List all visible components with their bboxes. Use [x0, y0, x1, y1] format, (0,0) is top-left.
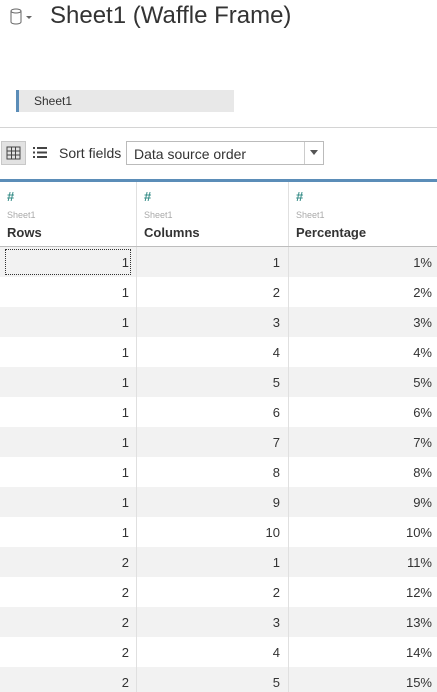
cell-columns[interactable]: 6 — [137, 397, 289, 427]
column-header-columns[interactable]: # Sheet1 Columns — [137, 182, 289, 246]
sheet-tab-label: Sheet1 — [34, 94, 73, 108]
cell-rows[interactable]: 1 — [0, 457, 137, 487]
sort-fields-value: Data source order — [134, 146, 247, 162]
table-row[interactable]: 2 1 11% — [0, 547, 437, 577]
cell-columns[interactable]: 5 — [137, 367, 289, 397]
cell-percentage[interactable]: 15% — [289, 667, 437, 692]
title-bar: Sheet1 (Waffle Frame) — [0, 0, 437, 36]
list-view-button[interactable] — [33, 146, 47, 159]
cell-columns[interactable]: 9 — [137, 487, 289, 517]
cell-columns[interactable]: 8 — [137, 457, 289, 487]
cell-rows[interactable]: 2 — [0, 577, 137, 607]
table-row[interactable]: 1 1 1% — [0, 247, 437, 277]
toolbar: Sort fields Data source order — [0, 140, 437, 166]
cell-percentage[interactable]: 4% — [289, 337, 437, 367]
number-type-icon[interactable]: # — [7, 189, 14, 204]
list-icon — [33, 147, 47, 158]
cell-rows[interactable]: 1 — [0, 487, 137, 517]
table-row[interactable]: 1 7 7% — [0, 427, 437, 457]
cell-columns[interactable]: 3 — [137, 607, 289, 637]
table-row[interactable]: 2 3 13% — [0, 607, 437, 637]
column-source: Sheet1 — [7, 210, 36, 220]
cell-columns[interactable]: 7 — [137, 427, 289, 457]
cell-rows[interactable]: 1 — [0, 397, 137, 427]
table-body: 1 1 1% 1 2 2% 1 3 3% 1 4 4% 1 5 5% 1 6 6% 1 7 7% 1 8 8% 1 9 9% 1 10 1… — [0, 247, 437, 692]
cell-columns[interactable]: 10 — [137, 517, 289, 547]
sheet-tab[interactable]: Sheet1 — [16, 90, 234, 112]
cell-percentage[interactable]: 3% — [289, 307, 437, 337]
number-type-icon[interactable]: # — [296, 189, 303, 204]
divider — [0, 127, 437, 128]
cell-rows[interactable]: 1 — [0, 517, 137, 547]
cell-percentage[interactable]: 13% — [289, 607, 437, 637]
column-source: Sheet1 — [296, 210, 325, 220]
cell-rows[interactable]: 1 — [0, 367, 137, 397]
cell-columns[interactable]: 1 — [137, 547, 289, 577]
cell-percentage[interactable]: 9% — [289, 487, 437, 517]
data-grid: # Sheet1 Rows # Sheet1 Columns # Sheet1 … — [0, 179, 437, 692]
cell-percentage[interactable]: 11% — [289, 547, 437, 577]
sort-fields-label: Sort fields — [59, 145, 122, 161]
cell-columns[interactable]: 4 — [137, 637, 289, 667]
table-row[interactable]: 1 4 4% — [0, 337, 437, 367]
sort-fields-dropdown[interactable]: Data source order — [126, 141, 324, 165]
chevron-down-icon — [310, 150, 318, 155]
table-row[interactable]: 1 9 9% — [0, 487, 437, 517]
column-name: Rows — [7, 225, 42, 240]
number-type-icon[interactable]: # — [144, 189, 151, 204]
column-header-rows[interactable]: # Sheet1 Rows — [0, 182, 137, 246]
cell-percentage[interactable]: 6% — [289, 397, 437, 427]
cell-rows[interactable]: 1 — [0, 277, 137, 307]
table-row[interactable]: 1 2 2% — [0, 277, 437, 307]
cell-rows[interactable]: 2 — [0, 547, 137, 577]
table-header: # Sheet1 Rows # Sheet1 Columns # Sheet1 … — [0, 182, 437, 247]
column-header-percentage[interactable]: # Sheet1 Percentage — [289, 182, 437, 246]
cell-rows[interactable]: 1 — [0, 337, 137, 367]
cell-rows[interactable]: 2 — [0, 607, 137, 637]
database-icon[interactable] — [10, 8, 34, 26]
table-row[interactable]: 2 4 14% — [0, 637, 437, 667]
cell-columns[interactable]: 5 — [137, 667, 289, 692]
column-name: Columns — [144, 225, 200, 240]
cell-percentage[interactable]: 8% — [289, 457, 437, 487]
cell-rows[interactable]: 1 — [0, 427, 137, 457]
cell-percentage[interactable]: 2% — [289, 277, 437, 307]
grid-icon — [6, 146, 21, 160]
cell-columns[interactable]: 2 — [137, 277, 289, 307]
table-row[interactable]: 1 8 8% — [0, 457, 437, 487]
table-row[interactable]: 2 5 15% — [0, 667, 437, 692]
cell-rows[interactable]: 1 — [0, 307, 137, 337]
cell-percentage[interactable]: 12% — [289, 577, 437, 607]
column-name: Percentage — [296, 225, 367, 240]
table-row[interactable]: 1 5 5% — [0, 367, 437, 397]
page-title: Sheet1 (Waffle Frame) — [50, 2, 292, 29]
cell-rows[interactable]: 1 — [0, 247, 137, 277]
table-row[interactable]: 1 10 10% — [0, 517, 437, 547]
cell-columns[interactable]: 3 — [137, 307, 289, 337]
column-source: Sheet1 — [144, 210, 173, 220]
cell-columns[interactable]: 1 — [137, 247, 289, 277]
table-row[interactable]: 1 3 3% — [0, 307, 437, 337]
cell-columns[interactable]: 4 — [137, 337, 289, 367]
cell-percentage[interactable]: 1% — [289, 247, 437, 277]
table-row[interactable]: 2 2 12% — [0, 577, 437, 607]
table-row[interactable]: 1 6 6% — [0, 397, 437, 427]
cell-percentage[interactable]: 7% — [289, 427, 437, 457]
cell-rows[interactable]: 2 — [0, 637, 137, 667]
cell-percentage[interactable]: 14% — [289, 637, 437, 667]
grid-view-button[interactable] — [1, 141, 26, 165]
cell-percentage[interactable]: 5% — [289, 367, 437, 397]
cell-percentage[interactable]: 10% — [289, 517, 437, 547]
cell-rows[interactable]: 2 — [0, 667, 137, 692]
dropdown-toggle[interactable] — [304, 142, 323, 164]
cell-columns[interactable]: 2 — [137, 577, 289, 607]
